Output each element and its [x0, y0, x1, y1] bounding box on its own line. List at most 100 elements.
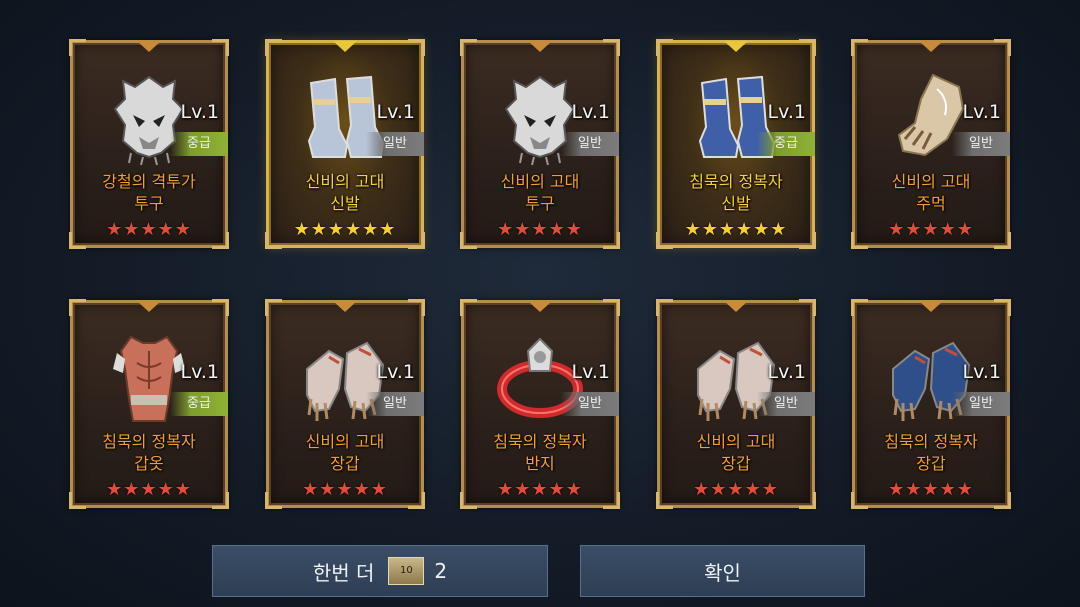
frame-corner	[212, 299, 229, 316]
item-name: 신비의 고대 투구	[464, 171, 616, 215]
item-name-line1: 침묵의 정복자	[884, 432, 978, 451]
item-name-line1: 신비의 고대	[500, 172, 580, 191]
rarity-notch-icon	[333, 41, 357, 52]
item-name-line2: 신발	[330, 194, 360, 213]
frame-corner	[799, 299, 816, 316]
rarity-notch-icon	[724, 301, 748, 312]
item-level: Lv.1	[376, 101, 415, 123]
item-name: 침묵의 정복자 갑옷	[73, 431, 225, 475]
item-level: Lv.1	[767, 361, 806, 383]
item-name-line2: 장갑	[330, 454, 360, 473]
rarity-notch-icon	[724, 41, 748, 52]
item-card[interactable]: Lv.1 일반 신비의 고대 투구 ★★★★★	[460, 39, 620, 249]
item-name-line1: 침묵의 정복자	[689, 172, 783, 191]
grade-badge: 일반	[757, 392, 815, 416]
item-level: Lv.1	[180, 361, 219, 383]
frame-corner	[603, 299, 620, 316]
confirm-button[interactable]: 확인	[580, 545, 865, 597]
item-card[interactable]: Lv.1 일반 침묵의 정복자 장갑 ★★★★★	[851, 299, 1011, 509]
star-rating: ★★★★★	[73, 219, 225, 240]
item-card[interactable]: Lv.1 중급 강철의 격투가 투구 ★★★★★	[69, 39, 229, 249]
stars-icon: ★★★★★	[106, 479, 192, 500]
star-rating: ★★★★★	[464, 219, 616, 240]
draw-again-button[interactable]: 한번 더 10 2	[212, 545, 548, 597]
item-level: Lv.1	[767, 101, 806, 123]
item-name-line2: 투구	[134, 194, 164, 213]
rarity-notch-icon	[919, 301, 943, 312]
frame-corner	[460, 299, 477, 316]
star-rating: ★★★★★	[660, 479, 812, 500]
frame-corner	[656, 299, 673, 316]
ticket-label: 10	[400, 565, 413, 576]
grade-badge: 중급	[757, 132, 815, 156]
grade-badge: 중급	[170, 132, 228, 156]
item-name: 신비의 고대 주먹	[855, 171, 1007, 215]
frame-corner	[69, 299, 86, 316]
star-rating: ★★★★★★	[660, 219, 812, 240]
rarity-notch-icon	[528, 41, 552, 52]
item-name-line1: 신비의 고대	[305, 432, 385, 451]
star-rating: ★★★★★	[855, 479, 1007, 500]
item-level: Lv.1	[571, 361, 610, 383]
item-name-line1: 신비의 고대	[696, 432, 776, 451]
item-level: Lv.1	[376, 361, 415, 383]
item-name-line1: 침묵의 정복자	[102, 432, 196, 451]
item-card[interactable]: Lv.1 일반 신비의 고대 장갑 ★★★★★	[265, 299, 425, 509]
item-name-line1: 강철의 격투가	[102, 172, 196, 191]
item-name: 강철의 격투가 투구	[73, 171, 225, 215]
frame-corner	[994, 299, 1011, 316]
item-name-line2: 반지	[525, 454, 555, 473]
item-card[interactable]: Lv.1 중급 침묵의 정복자 신발 ★★★★★★	[656, 39, 816, 249]
frame-corner	[69, 39, 86, 56]
item-level: Lv.1	[962, 361, 1001, 383]
item-name-line2: 장갑	[916, 454, 946, 473]
item-name-line1: 신비의 고대	[891, 172, 971, 191]
rarity-notch-icon	[137, 41, 161, 52]
item-card[interactable]: Lv.1 일반 신비의 고대 장갑 ★★★★★	[656, 299, 816, 509]
frame-corner	[408, 39, 425, 56]
ticket-count: 2	[434, 559, 448, 583]
item-name-line2: 주먹	[916, 194, 946, 213]
item-name-line2: 투구	[525, 194, 555, 213]
reward-grid: Lv.1 중급 강철의 격투가 투구 ★★★★★ Lv.1 일반 신비의 고대 …	[0, 0, 1080, 520]
frame-corner	[994, 39, 1011, 56]
item-name-line2: 장갑	[721, 454, 751, 473]
stars-icon: ★★★★★	[302, 479, 388, 500]
star-rating: ★★★★★	[269, 479, 421, 500]
item-card[interactable]: Lv.1 일반 침묵의 정복자 반지 ★★★★★	[460, 299, 620, 509]
frame-corner	[212, 39, 229, 56]
frame-corner	[851, 39, 868, 56]
ticket-icon: 10	[388, 557, 425, 585]
item-level: Lv.1	[571, 101, 610, 123]
rarity-notch-icon	[919, 41, 943, 52]
item-name: 신비의 고대 신발	[269, 171, 421, 215]
grade-badge: 일반	[366, 132, 424, 156]
item-card[interactable]: Lv.1 일반 신비의 고대 신발 ★★★★★★	[265, 39, 425, 249]
star-rating: ★★★★★	[464, 479, 616, 500]
item-card[interactable]: Lv.1 일반 신비의 고대 주먹 ★★★★★	[851, 39, 1011, 249]
frame-corner	[265, 39, 282, 56]
grade-badge: 일반	[952, 392, 1010, 416]
stars-icon: ★★★★★★	[293, 219, 397, 240]
confirm-label: 확인	[704, 560, 741, 585]
stars-icon: ★★★★★	[497, 479, 583, 500]
frame-corner	[408, 299, 425, 316]
frame-corner	[460, 39, 477, 56]
star-rating: ★★★★★	[855, 219, 1007, 240]
frame-corner	[265, 299, 282, 316]
item-level: Lv.1	[962, 101, 1001, 123]
frame-corner	[656, 39, 673, 56]
item-name-line1: 신비의 고대	[305, 172, 385, 191]
item-name-line2: 갑옷	[134, 454, 164, 473]
item-name-line1: 침묵의 정복자	[493, 432, 587, 451]
stars-icon: ★★★★★★	[684, 219, 788, 240]
grade-badge: 중급	[170, 392, 228, 416]
frame-corner	[603, 39, 620, 56]
stars-icon: ★★★★★	[888, 479, 974, 500]
stars-icon: ★★★★★	[888, 219, 974, 240]
item-name: 침묵의 정복자 신발	[660, 171, 812, 215]
item-card[interactable]: Lv.1 중급 침묵의 정복자 갑옷 ★★★★★	[69, 299, 229, 509]
stars-icon: ★★★★★	[497, 219, 583, 240]
frame-corner	[799, 39, 816, 56]
rarity-notch-icon	[333, 301, 357, 312]
